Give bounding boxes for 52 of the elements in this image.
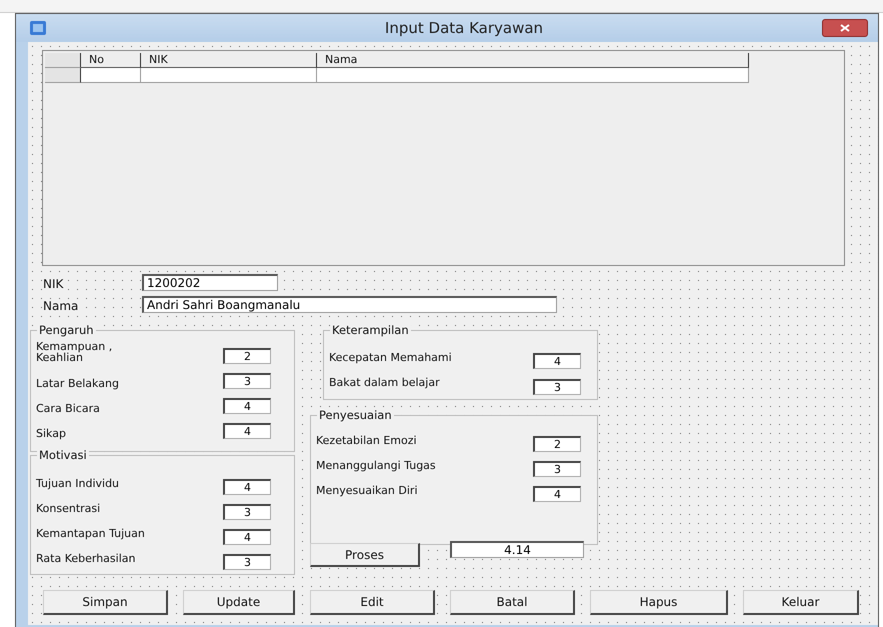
action-button[interactable]: Keluar — [743, 590, 859, 615]
score-field[interactable]: 4 — [223, 479, 271, 495]
criteria-label: Tujuan Individu — [36, 478, 120, 489]
score-field[interactable]: 2 — [223, 348, 271, 364]
window-title: Input Data Karyawan — [384, 19, 544, 37]
score-field[interactable]: 4 — [223, 398, 271, 414]
column-header[interactable]: Nama — [317, 53, 749, 68]
criteria-label: Kemantapan Tujuan — [36, 528, 146, 539]
text-field[interactable]: 1200202 — [142, 274, 278, 291]
score-field[interactable]: 4 — [223, 529, 271, 545]
action-button[interactable]: Batal — [450, 590, 575, 615]
criteria-label: Cara Bicara — [36, 403, 101, 414]
row-header — [45, 53, 81, 68]
score-field[interactable]: 4 — [533, 353, 581, 369]
score-field[interactable]: 4 — [223, 423, 271, 439]
group-title: Pengaruh — [37, 323, 96, 337]
criteria-label: Latar Belakang — [36, 378, 120, 389]
score-field[interactable]: 3 — [533, 461, 581, 477]
close-button[interactable] — [822, 19, 868, 37]
group-title: Motivasi — [37, 448, 89, 462]
score-field[interactable]: 3 — [223, 504, 271, 520]
table-cell — [81, 68, 141, 83]
group-title: Penyesuaian — [317, 408, 394, 422]
criteria-label: Kemampuan , Keahlian — [36, 341, 114, 363]
score-field[interactable]: 2 — [533, 436, 581, 452]
criteria-label: Kecepatan Memahami — [329, 352, 453, 363]
score-field[interactable]: 3 — [223, 373, 271, 389]
action-button[interactable]: Update — [183, 590, 295, 615]
row-header[interactable] — [45, 68, 81, 83]
field-label: NIK — [43, 277, 64, 291]
close-icon — [840, 24, 850, 32]
action-button[interactable]: Simpan — [43, 590, 168, 615]
criteria-label: Rata Keberhasilan — [36, 553, 136, 564]
app-icon — [30, 21, 46, 35]
criteria-label: Sikap — [36, 428, 67, 439]
column-header[interactable]: No — [81, 53, 141, 68]
score-field[interactable]: 3 — [533, 379, 581, 395]
process-button[interactable]: Proses — [310, 543, 420, 567]
criteria-label: Bakat dalam belajar — [329, 377, 441, 388]
criteria-label: Menanggulangi Tugas — [316, 460, 437, 471]
action-button[interactable]: Edit — [310, 590, 435, 615]
score-field[interactable]: 4 — [533, 486, 581, 502]
text-field[interactable]: Andri Sahri Boangmanalu — [142, 296, 557, 313]
field-label: Nama — [43, 299, 78, 313]
criteria-label: Konsentrasi — [36, 503, 102, 514]
group-title: Keterampilan — [330, 323, 411, 337]
score-field[interactable]: 3 — [223, 554, 271, 570]
result-field[interactable]: 4.14 — [450, 541, 584, 558]
criteria-label: Kezetabilan Emozi — [316, 435, 418, 446]
column-header[interactable]: NIK — [141, 53, 317, 68]
action-button[interactable]: Hapus — [590, 590, 728, 615]
criteria-label: Menyesuaikan Diri — [316, 485, 418, 496]
